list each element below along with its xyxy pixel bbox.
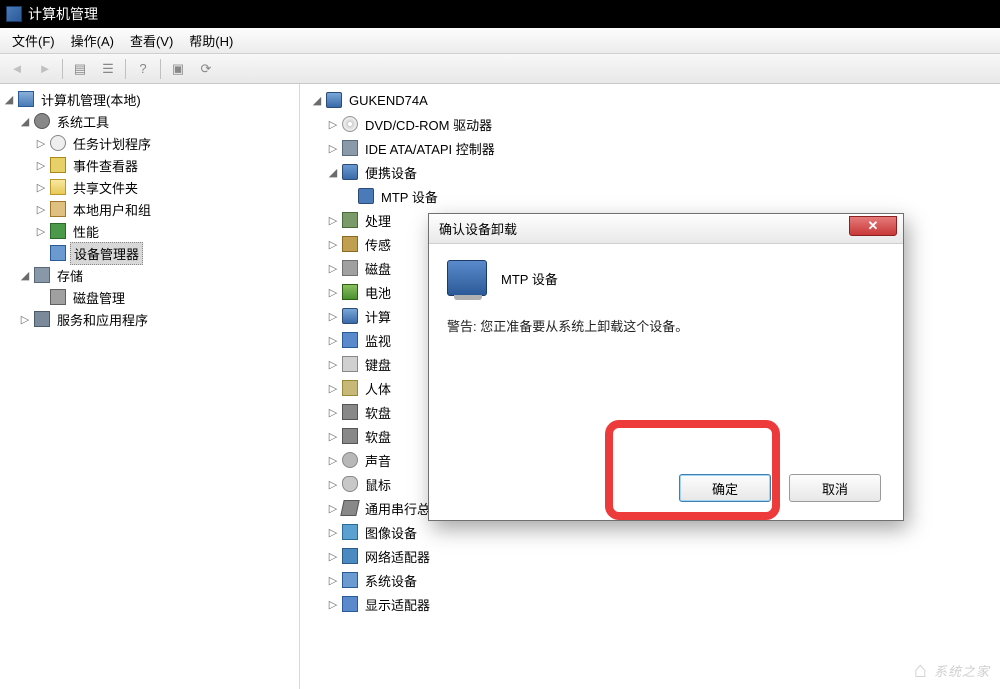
device-ide[interactable]: ▷IDE ATA/ATAPI 控制器 [310, 136, 990, 160]
help-icon[interactable]: ? [132, 58, 154, 80]
tree-storage[interactable]: ◢存储 [2, 264, 297, 286]
window-titlebar: 计算机管理 [0, 0, 1000, 28]
toolbar-separator [125, 59, 126, 79]
tree-task-scheduler[interactable]: ▷任务计划程序 [2, 132, 297, 154]
device-system[interactable]: ▷系统设备 [310, 568, 990, 592]
dialog-body: MTP 设备 警告: 您正准备要从系统上卸载这个设备。 [429, 244, 903, 351]
tree-performance[interactable]: ▷性能 [2, 220, 297, 242]
watermark-icon: ⌂ [914, 657, 928, 683]
tree-device-manager[interactable]: 设备管理器 [2, 242, 297, 264]
left-tree-pane: ◢计算机管理(本地) ◢系统工具 ▷任务计划程序 ▷事件查看器 ▷共享文件夹 ▷… [0, 84, 300, 689]
device-display[interactable]: ▷显示适配器 [310, 592, 990, 616]
dialog-button-row: 确定 取消 [679, 474, 881, 502]
device-computer-root[interactable]: ◢GUKEND74A [310, 88, 990, 112]
forward-icon[interactable]: ► [34, 58, 56, 80]
back-icon[interactable]: ◄ [6, 58, 28, 80]
dialog-warning-text: 警告: 您正准备要从系统上卸载这个设备。 [447, 316, 885, 335]
show-hide-tree-icon[interactable]: ▤ [69, 58, 91, 80]
watermark: ⌂ 系统之家 [914, 657, 990, 683]
properties-icon[interactable]: ☰ [97, 58, 119, 80]
window-title: 计算机管理 [28, 4, 98, 24]
tree-disk-management[interactable]: 磁盘管理 [2, 286, 297, 308]
cancel-button[interactable]: 取消 [789, 474, 881, 502]
menubar: 文件(F) 操作(A) 查看(V) 帮助(H) [0, 28, 1000, 54]
toolbar-separator [160, 59, 161, 79]
menu-action[interactable]: 操作(A) [65, 29, 120, 52]
refresh-icon[interactable]: ⟳ [195, 58, 217, 80]
tree-event-viewer[interactable]: ▷事件查看器 [2, 154, 297, 176]
ok-button[interactable]: 确定 [679, 474, 771, 502]
device-icon [447, 260, 487, 296]
device-imaging[interactable]: ▷图像设备 [310, 520, 990, 544]
close-icon[interactable]: ✕ [849, 216, 897, 236]
device-dvd[interactable]: ▷DVD/CD-ROM 驱动器 [310, 112, 990, 136]
tree-root[interactable]: ◢计算机管理(本地) [2, 88, 297, 110]
tree-services-apps[interactable]: ▷服务和应用程序 [2, 308, 297, 330]
toolbar: ◄ ► ▤ ☰ ? ▣ ⟳ [0, 54, 1000, 84]
confirm-uninstall-dialog: 确认设备卸载 ✕ MTP 设备 警告: 您正准备要从系统上卸载这个设备。 确定 … [428, 213, 904, 521]
app-icon [6, 6, 22, 22]
device-portable[interactable]: ◢便携设备 [310, 160, 990, 184]
menu-view[interactable]: 查看(V) [124, 29, 179, 52]
watermark-text: 系统之家 [934, 661, 990, 680]
tree-system-tools[interactable]: ◢系统工具 [2, 110, 297, 132]
dialog-titlebar[interactable]: 确认设备卸载 ✕ [429, 214, 903, 244]
dialog-device-name: MTP 设备 [501, 269, 558, 288]
tree-shared-folders[interactable]: ▷共享文件夹 [2, 176, 297, 198]
menu-file[interactable]: 文件(F) [6, 29, 61, 52]
dialog-device-row: MTP 设备 [447, 260, 885, 296]
scan-icon[interactable]: ▣ [167, 58, 189, 80]
toolbar-separator [62, 59, 63, 79]
menu-help[interactable]: 帮助(H) [183, 29, 239, 52]
dialog-title: 确认设备卸载 [439, 219, 849, 238]
device-mtp[interactable]: MTP 设备 [310, 184, 990, 208]
tree-local-users[interactable]: ▷本地用户和组 [2, 198, 297, 220]
device-network[interactable]: ▷网络适配器 [310, 544, 990, 568]
